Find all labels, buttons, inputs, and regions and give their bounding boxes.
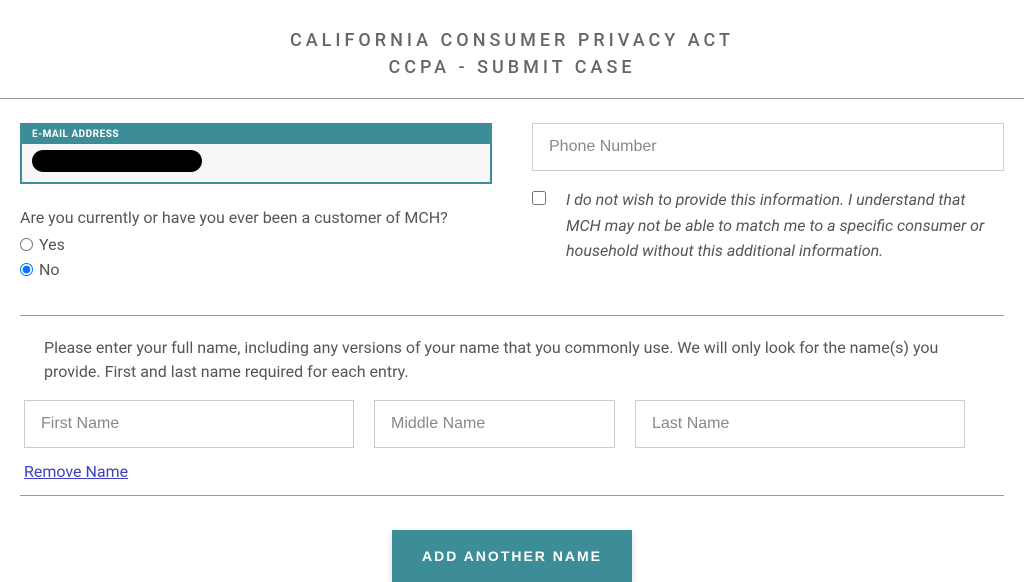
name-instructions: Please enter your full name, including a… bbox=[20, 316, 1004, 400]
top-row: E-MAIL ADDRESS Are you currently or have… bbox=[20, 123, 1004, 285]
phone-input[interactable] bbox=[532, 123, 1004, 171]
add-another-name-button[interactable]: ADD ANOTHER NAME bbox=[392, 530, 632, 582]
radio-yes[interactable]: Yes bbox=[20, 235, 492, 254]
radio-yes-label: Yes bbox=[39, 235, 65, 254]
first-name-input[interactable] bbox=[24, 400, 354, 448]
email-label: E-MAIL ADDRESS bbox=[22, 125, 490, 144]
last-name-input[interactable] bbox=[635, 400, 965, 448]
page-title: CALIFORNIA CONSUMER PRIVACY ACT bbox=[0, 30, 1024, 51]
button-row: ADD ANOTHER NAME bbox=[20, 530, 1004, 582]
customer-radio-group: Yes No bbox=[20, 235, 492, 279]
section-divider-bottom bbox=[20, 495, 1004, 496]
email-group: E-MAIL ADDRESS bbox=[20, 123, 492, 184]
no-info-checkbox[interactable] bbox=[532, 191, 546, 205]
email-value-redacted bbox=[32, 150, 202, 172]
email-input[interactable] bbox=[22, 144, 490, 182]
name-inputs-row bbox=[20, 400, 1004, 448]
middle-name-input[interactable] bbox=[374, 400, 615, 448]
radio-yes-input[interactable] bbox=[20, 238, 33, 251]
remove-name-link[interactable]: Remove Name bbox=[24, 462, 128, 481]
form-container: E-MAIL ADDRESS Are you currently or have… bbox=[0, 123, 1024, 582]
page-header: CALIFORNIA CONSUMER PRIVACY ACT CCPA - S… bbox=[0, 0, 1024, 99]
radio-no-input[interactable] bbox=[20, 263, 33, 276]
no-info-checkbox-row: I do not wish to provide this informatio… bbox=[532, 187, 1004, 264]
customer-question: Are you currently or have you ever been … bbox=[20, 208, 492, 227]
page-subtitle: CCPA - SUBMIT CASE bbox=[0, 57, 1024, 78]
radio-no[interactable]: No bbox=[20, 260, 492, 279]
radio-no-label: No bbox=[39, 260, 60, 279]
no-info-text: I do not wish to provide this informatio… bbox=[566, 187, 1004, 264]
